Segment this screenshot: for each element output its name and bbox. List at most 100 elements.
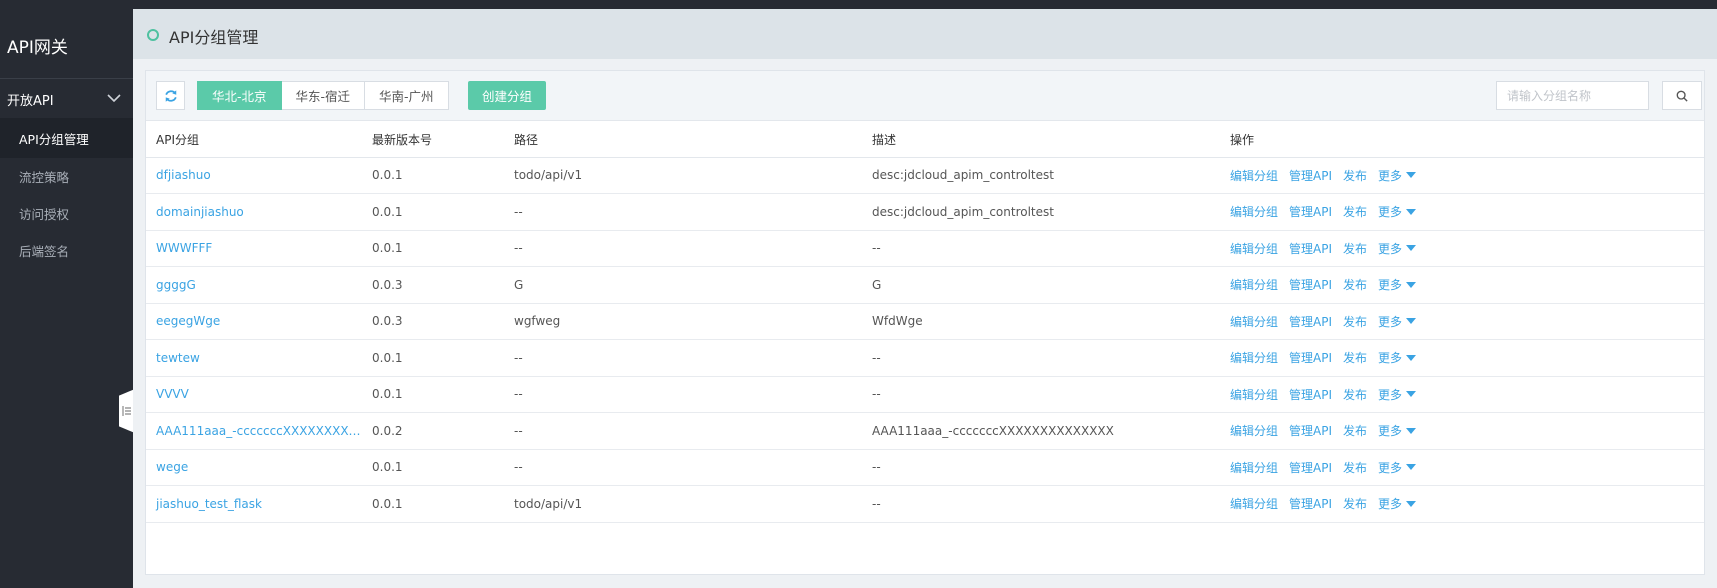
publish-link[interactable]: 发布 (1343, 240, 1367, 257)
description-cell: desc:jdcloud_apim_controltest (862, 157, 1220, 194)
group-name-link[interactable]: wege (146, 449, 362, 486)
group-name-link[interactable]: ggggG (146, 266, 362, 304)
row-actions: 编辑分组 管理API 发布 更多 (1230, 386, 1704, 403)
manage-api-link[interactable]: 管理API (1289, 313, 1332, 330)
region-tabs: 华北-北京 华东-宿迁 华南-广州 (197, 81, 449, 110)
group-name-link[interactable]: eegegWge (146, 303, 362, 340)
manage-api-link[interactable]: 管理API (1289, 240, 1332, 257)
description-cell: AAA111aaa_-ccccccсXXXXXXXXXXXXXX (862, 412, 1220, 450)
group-name-link[interactable]: tewtew (146, 339, 362, 377)
manage-api-link[interactable]: 管理API (1289, 422, 1332, 439)
sidebar: API网关 开放API API分组管理 流控策略 访问授权 后端签名 (0, 0, 133, 588)
publish-link[interactable]: 发布 (1343, 276, 1367, 293)
column-header: 操作 (1220, 122, 1704, 158)
table-row: domainjiashuo 0.0.1 -- desc:jdcloud_apim… (146, 193, 1704, 231)
more-dropdown[interactable]: 更多 (1378, 459, 1417, 476)
path-cell: -- (504, 449, 862, 486)
group-name-link[interactable]: jiashuo_test_flask (146, 485, 362, 523)
more-dropdown[interactable]: 更多 (1378, 167, 1417, 184)
manage-api-link[interactable]: 管理API (1289, 276, 1332, 293)
tab-region-beijing[interactable]: 华北-北京 (197, 81, 282, 110)
group-name-link[interactable]: AAA111aaa_-ccccccсXXXXXXXXXX... (146, 412, 362, 450)
publish-link[interactable]: 发布 (1343, 203, 1367, 220)
publish-link[interactable]: 发布 (1343, 349, 1367, 366)
edit-group-link[interactable]: 编辑分组 (1230, 349, 1278, 366)
actions-cell: 编辑分组 管理API 发布 更多 (1220, 339, 1704, 377)
path-cell: G (504, 266, 862, 304)
more-label: 更多 (1378, 314, 1403, 329)
manage-api-link[interactable]: 管理API (1289, 349, 1332, 366)
group-name-link[interactable]: VVVV (146, 376, 362, 413)
edit-group-link[interactable]: 编辑分组 (1230, 240, 1278, 257)
more-dropdown[interactable]: 更多 (1378, 422, 1417, 439)
actions-cell: 编辑分组 管理API 发布 更多 (1220, 376, 1704, 413)
publish-link[interactable]: 发布 (1343, 459, 1367, 476)
more-dropdown[interactable]: 更多 (1378, 240, 1417, 257)
description-cell: -- (862, 449, 1220, 486)
edit-group-link[interactable]: 编辑分组 (1230, 203, 1278, 220)
search-button[interactable] (1662, 81, 1702, 110)
publish-link[interactable]: 发布 (1343, 167, 1367, 184)
table-row: wege 0.0.1 -- -- 编辑分组 管理API 发布 更多 (146, 449, 1704, 486)
edit-group-link[interactable]: 编辑分组 (1230, 276, 1278, 293)
refresh-button[interactable] (156, 81, 185, 110)
manage-api-link[interactable]: 管理API (1289, 386, 1332, 403)
more-dropdown[interactable]: 更多 (1378, 349, 1417, 366)
table-row: eegegWge 0.0.3 wgfweg WfdWge 编辑分组 管理API … (146, 303, 1704, 340)
path-cell: -- (504, 376, 862, 413)
sidebar-group-open-api[interactable]: 开放API (0, 82, 133, 116)
manage-api-link[interactable]: 管理API (1289, 459, 1332, 476)
publish-link[interactable]: 发布 (1343, 313, 1367, 330)
group-name-link[interactable]: dfjiashuo (146, 157, 362, 194)
group-name-link[interactable]: WWWFFF (146, 230, 362, 267)
column-header: 描述 (862, 122, 1220, 158)
more-dropdown[interactable]: 更多 (1378, 386, 1417, 403)
sidebar-item-flow-control[interactable]: 流控策略 (0, 156, 133, 196)
caret-down-icon (1406, 391, 1417, 398)
row-actions: 编辑分组 管理API 发布 更多 (1230, 240, 1704, 257)
api-group-panel: 华北-北京 华东-宿迁 华南-广州 创建分组 API分组 最新版本号 (145, 70, 1705, 575)
sidebar-item-access-auth[interactable]: 访问授权 (0, 193, 133, 233)
edit-group-link[interactable]: 编辑分组 (1230, 386, 1278, 403)
publish-link[interactable]: 发布 (1343, 495, 1367, 512)
edit-group-link[interactable]: 编辑分组 (1230, 459, 1278, 476)
actions-cell: 编辑分组 管理API 发布 更多 (1220, 230, 1704, 267)
version-cell: 0.0.1 (362, 193, 504, 231)
sidebar-item-label: 访问授权 (19, 206, 70, 222)
more-label: 更多 (1378, 387, 1403, 402)
manage-api-link[interactable]: 管理API (1289, 203, 1332, 220)
edit-group-link[interactable]: 编辑分组 (1230, 313, 1278, 330)
more-label: 更多 (1378, 497, 1403, 512)
row-actions: 编辑分组 管理API 发布 更多 (1230, 276, 1704, 293)
publish-link[interactable]: 发布 (1343, 422, 1367, 439)
edit-group-link[interactable]: 编辑分组 (1230, 422, 1278, 439)
column-header: 路径 (504, 122, 862, 158)
version-cell: 0.0.3 (362, 303, 504, 340)
more-dropdown[interactable]: 更多 (1378, 276, 1417, 293)
sidebar-item-backend-signature[interactable]: 后端签名 (0, 230, 133, 270)
path-cell: -- (504, 412, 862, 450)
more-label: 更多 (1378, 278, 1403, 293)
manage-api-link[interactable]: 管理API (1289, 167, 1332, 184)
row-actions: 编辑分组 管理API 发布 更多 (1230, 313, 1704, 330)
row-actions: 编辑分组 管理API 发布 更多 (1230, 349, 1704, 366)
create-group-button[interactable]: 创建分组 (468, 81, 546, 110)
tab-region-guangzhou[interactable]: 华南-广州 (365, 81, 449, 110)
edit-group-link[interactable]: 编辑分组 (1230, 495, 1278, 512)
tab-region-suqian[interactable]: 华东-宿迁 (281, 81, 366, 110)
more-dropdown[interactable]: 更多 (1378, 203, 1417, 220)
manage-api-link[interactable]: 管理API (1289, 495, 1332, 512)
sidebar-item-api-group[interactable]: API分组管理 (0, 118, 133, 158)
more-dropdown[interactable]: 更多 (1378, 495, 1417, 512)
more-dropdown[interactable]: 更多 (1378, 313, 1417, 330)
row-actions: 编辑分组 管理API 发布 更多 (1230, 167, 1704, 184)
version-cell: 0.0.1 (362, 376, 504, 413)
group-name-link[interactable]: domainjiashuo (146, 193, 362, 231)
edit-group-link[interactable]: 编辑分组 (1230, 167, 1278, 184)
row-actions: 编辑分组 管理API 发布 更多 (1230, 495, 1704, 512)
table-row: tewtew 0.0.1 -- -- 编辑分组 管理API 发布 更多 (146, 339, 1704, 377)
search-input[interactable] (1496, 81, 1649, 110)
version-cell: 0.0.1 (362, 339, 504, 377)
publish-link[interactable]: 发布 (1343, 386, 1367, 403)
toolbar: 华北-北京 华东-宿迁 华南-广州 创建分组 (146, 71, 1704, 121)
